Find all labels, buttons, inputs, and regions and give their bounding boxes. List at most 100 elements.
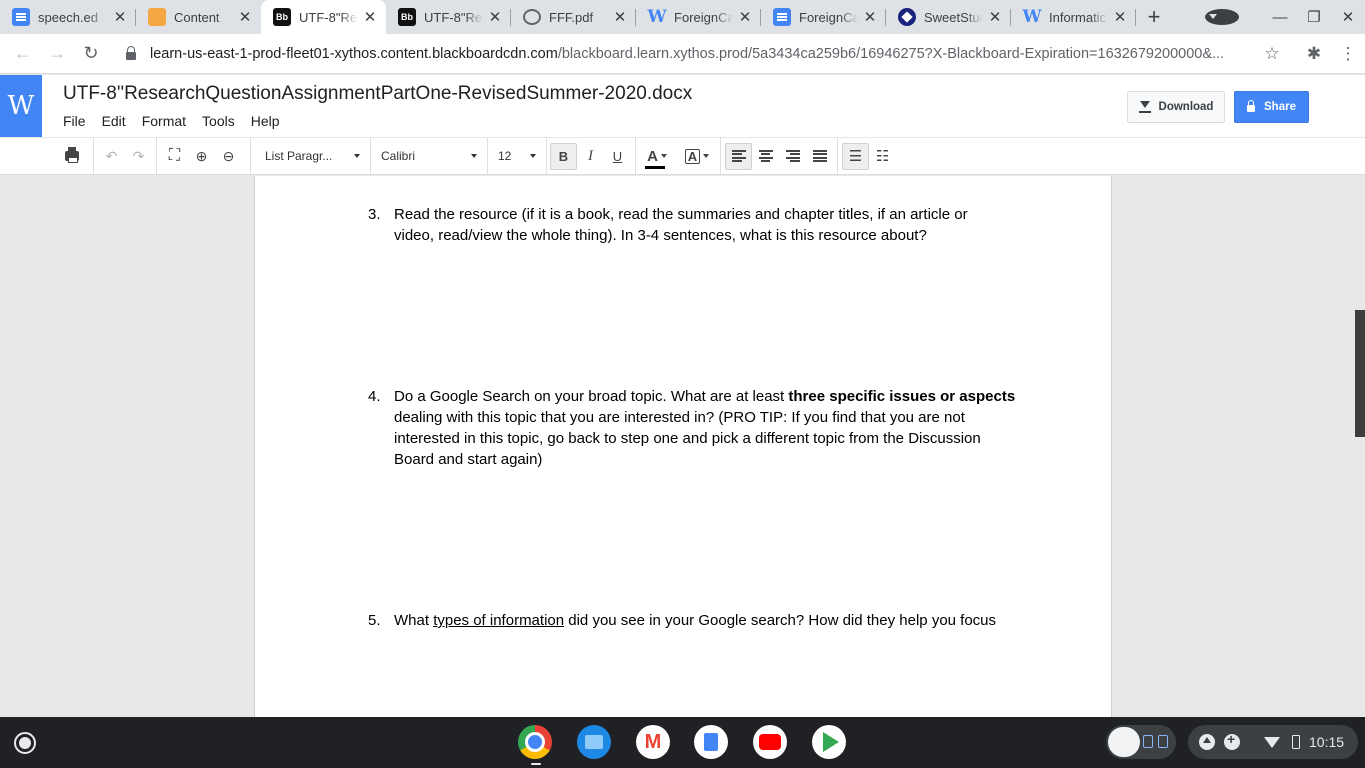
- list-item-text: Do a Google Search on your broad topic. …: [394, 386, 1028, 470]
- tab-foreignca-docs[interactable]: ForeignCa ✕: [761, 0, 886, 34]
- close-icon[interactable]: ✕: [112, 8, 128, 26]
- tab-document-2[interactable]: Bb UTF-8"Res ✕: [386, 0, 511, 34]
- new-tab-button[interactable]: +: [1136, 0, 1172, 34]
- files-icon[interactable]: [577, 725, 611, 759]
- numbered-list-icon: ☰: [848, 148, 863, 165]
- font-dropdown[interactable]: Calibri: [371, 137, 487, 175]
- download-button[interactable]: Download: [1127, 91, 1225, 123]
- forward-icon[interactable]: →: [40, 43, 74, 64]
- zoom-out-button[interactable]: ⊖: [215, 143, 242, 170]
- print-button[interactable]: [58, 143, 85, 170]
- close-icon[interactable]: ✕: [987, 8, 1003, 26]
- font-color-button[interactable]: A: [640, 143, 674, 170]
- undo-icon: ↶: [105, 147, 118, 164]
- close-icon[interactable]: ✕: [1112, 8, 1128, 26]
- play-store-icon[interactable]: [812, 725, 846, 759]
- back-icon[interactable]: ←: [6, 43, 40, 64]
- tab-title: UTF-8"Res: [299, 9, 358, 25]
- zoom-in-icon: ⊕: [195, 147, 208, 164]
- menu-edit[interactable]: Edit: [102, 113, 126, 129]
- tab-active-document[interactable]: Bb UTF-8"Res ✕: [261, 0, 386, 34]
- chevron-down-icon: [471, 154, 477, 158]
- document-page: 3. Read the resource (if it is a book, r…: [254, 176, 1112, 717]
- tab-fff-pdf[interactable]: FFF.pdf ✕: [511, 0, 636, 34]
- bold-button[interactable]: B: [550, 142, 577, 170]
- share-button[interactable]: Share: [1234, 91, 1309, 123]
- extensions-icon[interactable]: ✱: [1297, 44, 1331, 64]
- document-title: UTF-8''ResearchQuestionAssignmentPartOne…: [63, 83, 693, 104]
- menu-file[interactable]: File: [63, 113, 86, 129]
- menu-icon[interactable]: ⋮: [1331, 44, 1365, 64]
- close-icon[interactable]: ✕: [862, 8, 878, 26]
- redo-button[interactable]: ↷: [125, 143, 152, 170]
- numbered-list-button[interactable]: ☰: [842, 142, 869, 170]
- holding-space[interactable]: [1106, 725, 1176, 759]
- italic-button[interactable]: I: [577, 143, 604, 170]
- close-icon[interactable]: ✕: [487, 8, 503, 26]
- text-line: Board and start again): [394, 451, 543, 468]
- launcher-icon[interactable]: [14, 732, 36, 754]
- gmail-icon[interactable]: [636, 725, 670, 759]
- underlined-text: types of information: [433, 612, 565, 629]
- bookmark-star-icon[interactable]: ☆: [1255, 44, 1289, 64]
- close-icon[interactable]: ✕: [612, 8, 628, 26]
- scrollbar-thumb[interactable]: [1355, 310, 1365, 437]
- align-center-icon: [758, 150, 773, 162]
- menu-format[interactable]: Format: [142, 113, 186, 129]
- align-center-button[interactable]: [752, 143, 779, 170]
- youtube-icon[interactable]: [753, 725, 787, 759]
- align-right-icon: [785, 150, 800, 162]
- tab-speech[interactable]: speech.ed ✕: [0, 0, 136, 34]
- tab-foreignca-word[interactable]: W ForeignCa ✕: [636, 0, 761, 34]
- text-line: Do a Google Search on your broad topic. …: [394, 388, 789, 405]
- close-window-icon[interactable]: ✕: [1331, 8, 1365, 26]
- chrome-icon[interactable]: [518, 725, 552, 759]
- close-icon[interactable]: ✕: [362, 8, 378, 26]
- screenshot-thumbnail[interactable]: [1108, 727, 1140, 757]
- google-docs-icon: [773, 8, 791, 26]
- tab-title: UTF-8"Res: [424, 9, 483, 25]
- tab-title: SweetStuc: [924, 9, 983, 25]
- tab-sweetstudy[interactable]: SweetStuc ✕: [886, 0, 1011, 34]
- minimize-icon[interactable]: —: [1263, 9, 1297, 26]
- chevron-down-icon: [660, 154, 667, 158]
- reload-icon[interactable]: ↻: [74, 43, 108, 64]
- list-item-3: 3. Read the resource (if it is a book, r…: [368, 204, 1028, 246]
- menu-bar: File Edit Format Tools Help: [63, 113, 296, 129]
- tab-information[interactable]: W Informatic ✕: [1011, 0, 1136, 34]
- content-icon: [148, 8, 166, 26]
- menu-help[interactable]: Help: [251, 113, 280, 129]
- align-left-button[interactable]: [725, 142, 752, 170]
- font-size-value: 12: [498, 149, 512, 163]
- os-shelf: 10:15: [0, 717, 1365, 768]
- running-indicator: [531, 763, 541, 765]
- align-right-button[interactable]: [779, 143, 806, 170]
- highlight-button[interactable]: A: [680, 143, 714, 170]
- paragraph-style-dropdown[interactable]: List Paragr...: [255, 137, 370, 175]
- globe-icon: [523, 9, 541, 25]
- address-bar[interactable]: learn-us-east-1-prod-fleet01-xythos.cont…: [114, 38, 1247, 70]
- tab-content[interactable]: Content ✕: [136, 0, 261, 34]
- tab-search-icon[interactable]: [1205, 9, 1239, 25]
- lock-icon[interactable]: [126, 45, 136, 60]
- menu-tools[interactable]: Tools: [202, 113, 235, 129]
- underline-button[interactable]: U: [604, 143, 631, 170]
- font-color-swatch: [645, 165, 666, 169]
- fit-page-button[interactable]: ⛶: [161, 143, 188, 170]
- docs-icon[interactable]: [694, 725, 728, 759]
- bulleted-list-button[interactable]: ☷: [869, 143, 896, 170]
- status-area[interactable]: 10:15: [1188, 725, 1358, 759]
- list-item-text: Read the resource (if it is a book, read…: [394, 204, 1028, 246]
- undo-button[interactable]: ↶: [98, 143, 125, 170]
- restore-icon[interactable]: ❐: [1297, 8, 1331, 26]
- justify-button[interactable]: [806, 143, 833, 170]
- font-size-dropdown[interactable]: 12: [488, 137, 546, 175]
- redo-icon: ↷: [132, 147, 145, 164]
- chevron-down-icon: [703, 154, 710, 158]
- url-path: /blackboard.learn.xythos.prod/5a3434ca25…: [557, 45, 1225, 62]
- share-label: Share: [1264, 101, 1296, 113]
- document-viewport[interactable]: 3. Read the resource (if it is a book, r…: [0, 176, 1365, 717]
- zoom-in-button[interactable]: ⊕: [188, 143, 215, 170]
- close-icon[interactable]: ✕: [737, 8, 753, 26]
- close-icon[interactable]: ✕: [237, 8, 253, 26]
